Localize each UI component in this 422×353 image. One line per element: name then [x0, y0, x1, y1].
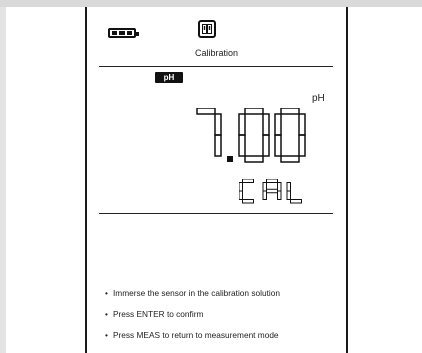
reading-segment	[262, 113, 270, 136]
status-segment	[277, 190, 282, 200]
calibration-icon	[198, 20, 216, 38]
reading-segment	[238, 134, 246, 157]
reading-value	[196, 108, 306, 163]
battery-icon	[108, 28, 139, 38]
reading-segment	[280, 155, 300, 163]
header-divider	[99, 66, 333, 67]
status-segment	[266, 179, 278, 183]
reading-segment	[244, 155, 264, 163]
status-text	[239, 179, 302, 204]
reading-segment	[298, 113, 306, 136]
reading-segment	[262, 134, 270, 157]
status-segment	[277, 182, 282, 192]
reading-divider	[99, 213, 333, 214]
measurement-type-badge: pH	[155, 72, 183, 83]
status-char	[239, 179, 254, 204]
instruction-item: • Press MEAS to return to measurement mod…	[105, 330, 279, 340]
unit-label: pH	[312, 93, 325, 104]
reading-segment	[298, 134, 306, 157]
top-frame-bar	[0, 0, 422, 7]
status-segment	[262, 182, 267, 192]
status-segment	[242, 179, 254, 183]
status-segment	[239, 190, 243, 200]
status-segment	[290, 199, 302, 204]
reading-char	[274, 108, 306, 163]
status-char	[262, 179, 282, 200]
status-segment	[286, 190, 291, 200]
reading-segment	[196, 108, 216, 115]
device-screen: Calibration pH pH • Immerse the sensor in…	[85, 7, 348, 353]
instruction-item: • Immerse the sensor in the calibration s…	[105, 288, 280, 298]
reading-segment	[274, 113, 282, 136]
reading-segment	[214, 113, 222, 136]
instruction-item: • Press ENTER to confirm	[105, 309, 204, 319]
status-segment	[262, 190, 267, 200]
status-char	[286, 182, 302, 204]
status-segment	[286, 182, 291, 192]
mode-title: Calibration	[194, 48, 239, 58]
instructions-list: • Immerse the sensor in the calibration s…	[105, 285, 340, 348]
reading-segment	[280, 108, 300, 115]
reading-segment	[238, 113, 246, 136]
reading-decimal-point	[227, 156, 233, 162]
left-frame-bar	[0, 7, 6, 353]
reading-segment	[244, 108, 264, 115]
status-segment	[266, 188, 278, 194]
reading-char	[196, 108, 222, 157]
reading-segment	[274, 134, 282, 157]
status-segment	[239, 182, 243, 192]
reading-char	[238, 108, 270, 163]
status-segment	[242, 199, 254, 204]
reading-segment	[214, 134, 222, 157]
